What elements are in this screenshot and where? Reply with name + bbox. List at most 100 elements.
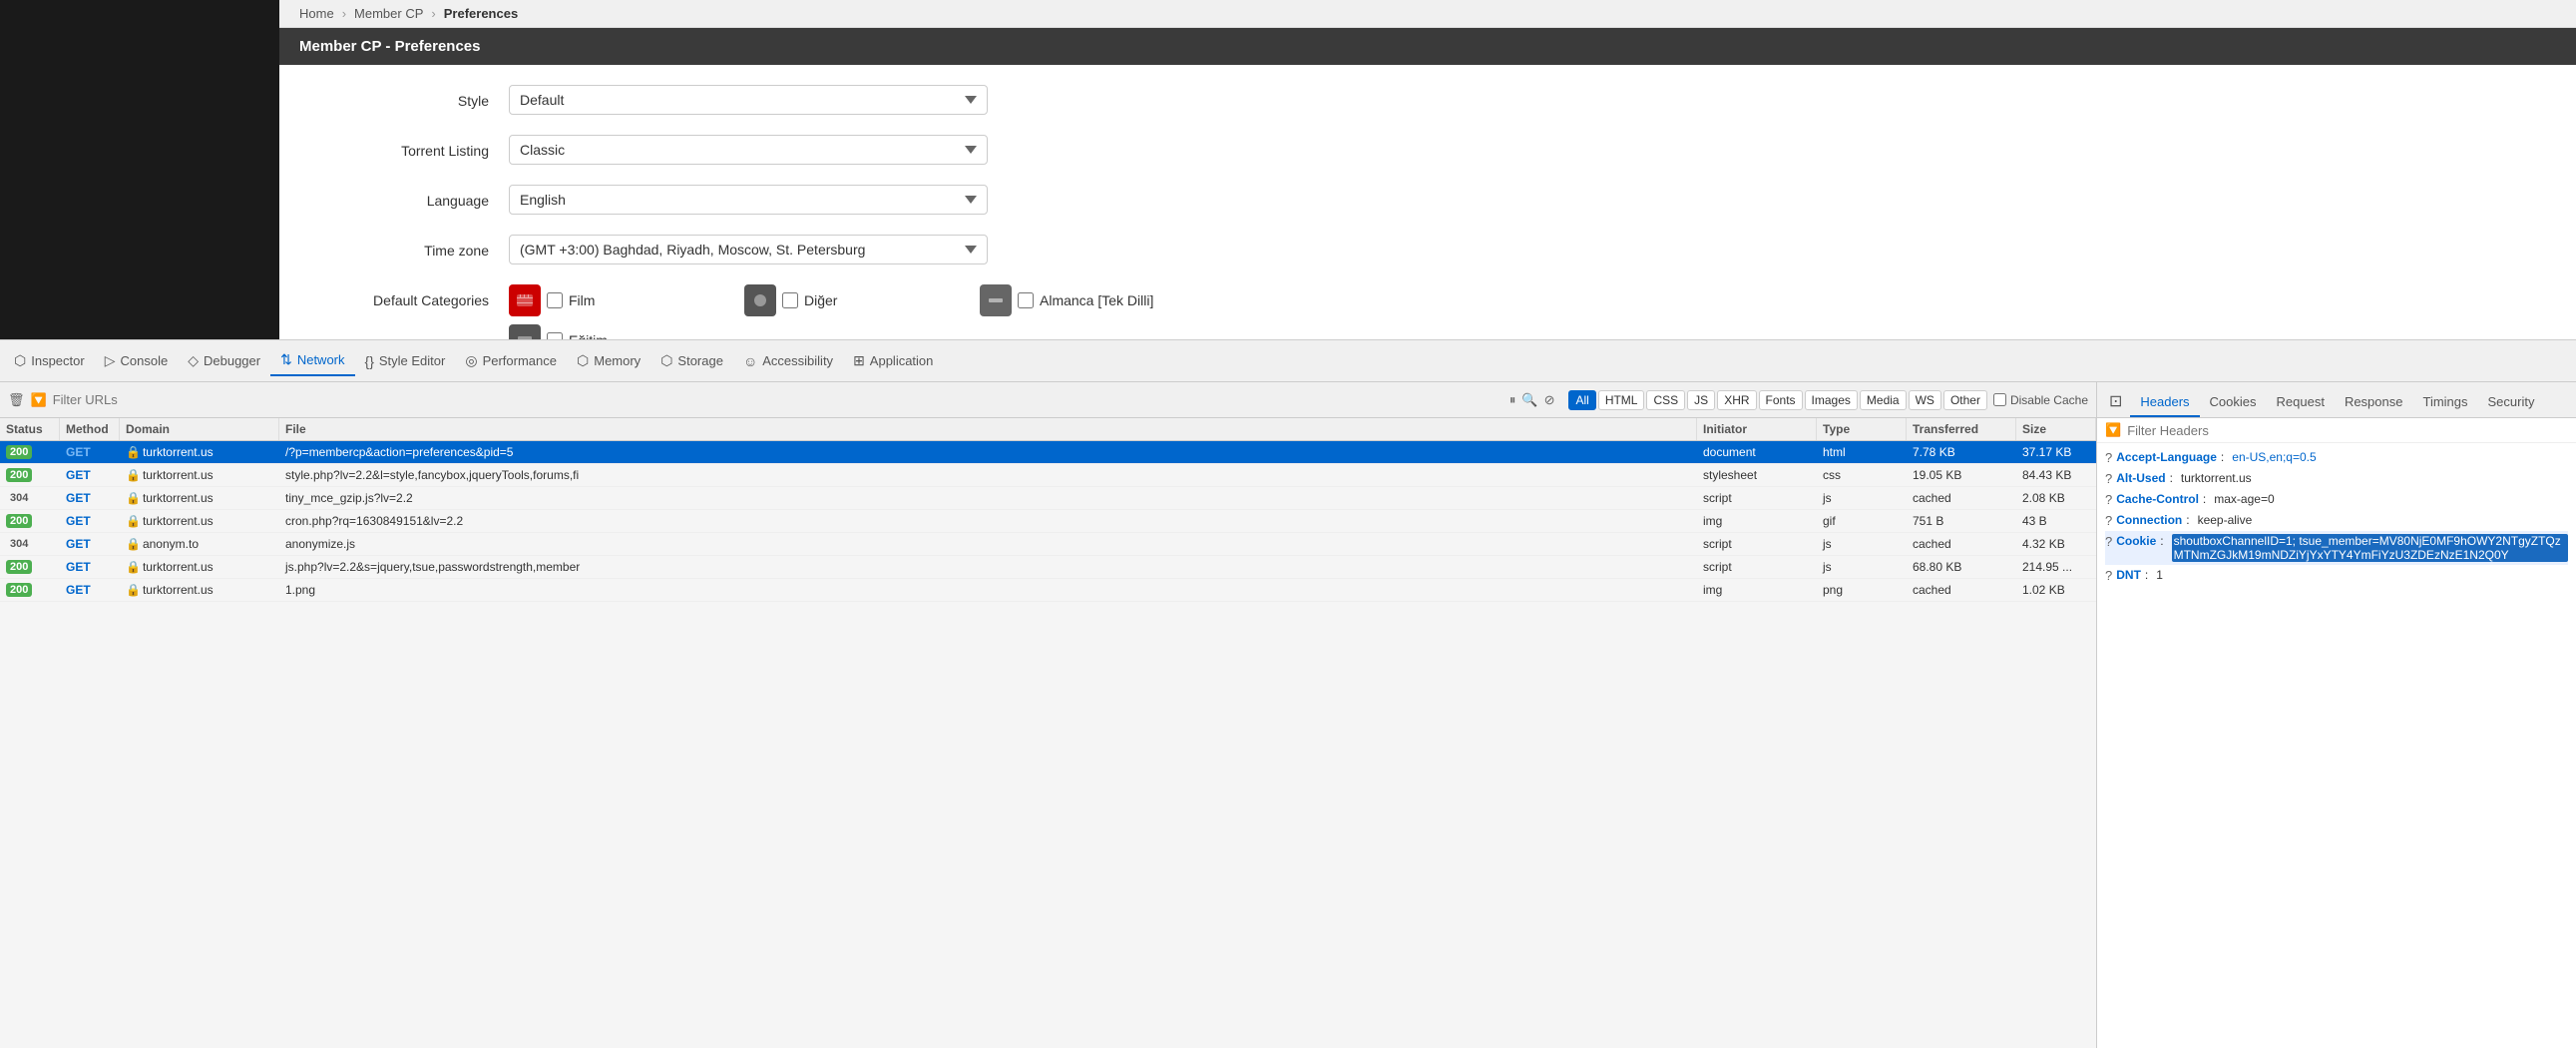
filter-ws[interactable]: WS	[1909, 390, 1941, 410]
details-filter-input[interactable]	[2127, 423, 2568, 438]
tool-btn-performance[interactable]: ◎ Performance	[455, 346, 567, 375]
lock-icon-6: 🔒	[126, 583, 141, 597]
torrent-listing-select[interactable]: Classic	[509, 135, 988, 165]
filter-xhr[interactable]: XHR	[1717, 390, 1756, 410]
header-help-icon-3[interactable]: ?	[2105, 513, 2112, 528]
tool-btn-debugger[interactable]: ◇ Debugger	[178, 346, 270, 375]
cell-size-0: 37.17 KB	[2016, 441, 2096, 463]
cell-file-3: cron.php?rq=1630849151&lv=2.2	[279, 510, 1697, 532]
pause-icon[interactable]: ⏸	[1509, 392, 1516, 408]
tab-timings[interactable]: Timings	[2412, 388, 2477, 417]
header-name-4: Cookie	[2116, 534, 2156, 548]
tab-headers[interactable]: Headers	[2130, 388, 2199, 417]
table-row[interactable]: 304 GET 🔒 turktorrent.us tiny_mce_gzip.j…	[0, 487, 2096, 510]
network-details: ⊡ Headers Cookies Request Response Timin…	[2097, 382, 2576, 1048]
breadcrumb-preferences[interactable]: Preferences	[444, 6, 518, 21]
category-name-diger: Diğer	[804, 292, 837, 308]
cell-domain-4: 🔒 anonym.to	[120, 533, 279, 555]
cell-status-2: 304	[0, 487, 60, 509]
cell-status-6: 200	[0, 579, 60, 601]
categories-row: Default Categories Film Diğer	[309, 284, 2546, 339]
network-filter-bar: 🗑 🔽 ⏸ 🔍 ⊘ All HTML CSS JS XHR Fonts Imag…	[0, 382, 2096, 418]
filter-media[interactable]: Media	[1860, 390, 1907, 410]
table-row[interactable]: 200 GET 🔒 turktorrent.us cron.php?rq=163…	[0, 510, 2096, 533]
categories-grid: Film Diğer Almanca [Tek Dilli]	[509, 284, 1207, 339]
block-icon[interactable]: ⊘	[1544, 392, 1555, 408]
header-value-0: en-US,en;q=0.5	[2232, 450, 2316, 464]
header-row-connection: ? Connection : keep-alive	[2105, 510, 2568, 531]
category-checkbox-egitim[interactable]	[547, 332, 563, 339]
webpage-area: Home › Member CP › Preferences Member CP…	[279, 0, 2576, 339]
details-tabs: ⊡ Headers Cookies Request Response Timin…	[2097, 382, 2576, 418]
header-help-icon-4[interactable]: ?	[2105, 534, 2112, 549]
filter-images[interactable]: Images	[1805, 390, 1858, 410]
cell-status-3: 200	[0, 510, 60, 532]
breadcrumb-membercp[interactable]: Member CP	[354, 6, 423, 21]
request-table-header: Status Method Domain File Initiator Type…	[0, 418, 2096, 441]
cell-type-2: js	[1817, 487, 1907, 509]
style-select[interactable]: Default	[509, 85, 988, 115]
category-checkbox-diger[interactable]	[782, 292, 798, 308]
table-row[interactable]: 200 GET 🔒 turktorrent.us /?p=membercp&ac…	[0, 441, 2096, 464]
tab-security[interactable]: Security	[2478, 388, 2545, 417]
language-select[interactable]: English	[509, 185, 988, 215]
cell-type-4: js	[1817, 533, 1907, 555]
tool-btn-network[interactable]: ⇅ Network	[270, 345, 354, 376]
timezone-select[interactable]: (GMT +3:00) Baghdad, Riyadh, Moscow, St.…	[509, 235, 988, 264]
tab-request[interactable]: Request	[2267, 388, 2335, 417]
tool-btn-application[interactable]: ⊞ Application	[843, 346, 943, 375]
tool-btn-memory[interactable]: ⬡ Memory	[567, 346, 650, 375]
cell-initiator-1: stylesheet	[1697, 464, 1817, 486]
tab-response[interactable]: Response	[2335, 388, 2413, 417]
category-checkbox-film[interactable]	[547, 292, 563, 308]
header-row-cache-control: ? Cache-Control : max-age=0	[2105, 489, 2568, 510]
details-filter: 🔽	[2097, 418, 2576, 443]
cell-domain-0: 🔒 turktorrent.us	[120, 441, 279, 463]
tool-btn-style-editor[interactable]: {} Style Editor	[355, 347, 456, 375]
cell-type-0: html	[1817, 441, 1907, 463]
table-row[interactable]: 304 GET 🔒 anonym.to anonymize.js script …	[0, 533, 2096, 556]
filter-js[interactable]: JS	[1687, 390, 1715, 410]
header-name-0: Accept-Language	[2116, 450, 2217, 464]
header-value-2: max-age=0	[2214, 492, 2274, 506]
tool-btn-storage[interactable]: ⬡ Storage	[650, 346, 733, 375]
tab-btn-icon[interactable]: ⊡	[2101, 387, 2130, 417]
category-checkbox-almanca[interactable]	[1018, 292, 1034, 308]
header-help-icon-1[interactable]: ?	[2105, 471, 2112, 486]
tab-cookies[interactable]: Cookies	[2200, 388, 2267, 417]
header-row-accept-language: ? Accept-Language : en-US,en;q=0.5	[2105, 447, 2568, 468]
tool-btn-accessibility[interactable]: ☺ Accessibility	[733, 347, 843, 375]
filter-other[interactable]: Other	[1943, 390, 1987, 410]
header-help-icon-0[interactable]: ?	[2105, 450, 2112, 465]
disable-cache-checkbox[interactable]	[1993, 393, 2006, 406]
cell-initiator-4: script	[1697, 533, 1817, 555]
cell-size-5: 214.95 ...	[2016, 556, 2096, 578]
tool-btn-console[interactable]: ▷ Console	[95, 346, 178, 375]
header-help-icon-5[interactable]: ?	[2105, 568, 2112, 583]
lock-icon-4: 🔒	[126, 537, 141, 551]
breadcrumb: Home › Member CP › Preferences	[279, 0, 2576, 28]
header-row-alt-used: ? Alt-Used : turktorrent.us	[2105, 468, 2568, 489]
tool-btn-inspector[interactable]: ⬡ Inspector	[4, 346, 95, 375]
clear-requests-icon[interactable]: 🗑	[8, 392, 25, 408]
filter-all[interactable]: All	[1568, 390, 1595, 410]
cell-size-3: 43 B	[2016, 510, 2096, 532]
col-type: Type	[1817, 418, 1907, 440]
filter-input[interactable]	[53, 392, 1503, 407]
cell-status-1: 200	[0, 464, 60, 486]
filter-fonts[interactable]: Fonts	[1759, 390, 1803, 410]
filter-css[interactable]: CSS	[1646, 390, 1685, 410]
search-icon[interactable]: 🔍	[1521, 392, 1537, 408]
accessibility-icon: ☺	[743, 353, 757, 369]
col-domain: Domain	[120, 418, 279, 440]
devtools-toolbar: ⬡ Inspector ▷ Console ◇ Debugger ⇅ Netwo…	[0, 340, 2576, 382]
torrent-listing-control: Classic	[509, 135, 2546, 165]
cell-transferred-3: 751 B	[1907, 510, 2016, 532]
table-row[interactable]: 200 GET 🔒 turktorrent.us style.php?lv=2.…	[0, 464, 2096, 487]
cell-method-4: GET	[60, 533, 120, 555]
header-help-icon-2[interactable]: ?	[2105, 492, 2112, 507]
table-row[interactable]: 200 GET 🔒 turktorrent.us js.php?lv=2.2&s…	[0, 556, 2096, 579]
table-row[interactable]: 200 GET 🔒 turktorrent.us 1.png img png c…	[0, 579, 2096, 602]
breadcrumb-home[interactable]: Home	[299, 6, 334, 21]
filter-html[interactable]: HTML	[1598, 390, 1645, 410]
